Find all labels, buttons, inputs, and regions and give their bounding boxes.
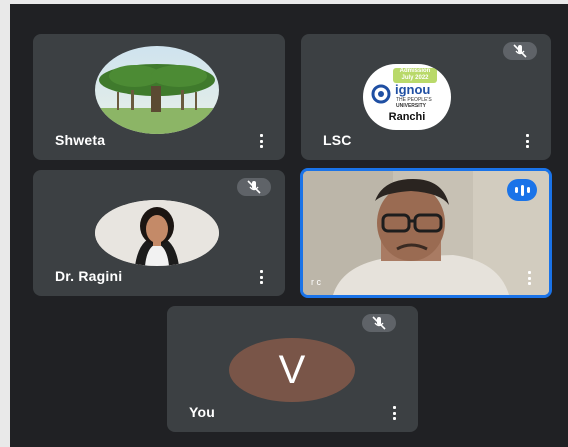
logo-session-text: July 2022	[401, 75, 429, 81]
more-options-icon[interactable]	[525, 134, 529, 148]
participant-name: Shweta	[55, 132, 106, 148]
tree-avatar	[95, 46, 219, 134]
participant-name: You	[189, 404, 216, 420]
participant-initials: r c	[311, 277, 321, 287]
more-options-icon[interactable]	[392, 406, 396, 420]
frame-edge	[0, 0, 10, 447]
avatar-initial: V	[278, 347, 306, 392]
speaking-indicator-icon	[507, 179, 537, 201]
mic-off-icon	[503, 42, 537, 60]
ignou-logo-avatar: Admission July 2022 ignou THE PEOPLE'S U…	[363, 64, 451, 130]
more-options-icon[interactable]	[259, 134, 263, 148]
participant-tile-lsc[interactable]: Admission July 2022 ignou THE PEOPLE'S U…	[301, 34, 551, 160]
logo-brand: ignou	[395, 82, 431, 97]
portrait-avatar	[95, 200, 219, 266]
admission-banner: Admission July 2022	[393, 68, 437, 83]
mic-off-icon	[237, 178, 271, 196]
logo-admission-text: Admission	[399, 68, 431, 74]
participant-tile-dr-ragini[interactable]: Dr. Ragini	[33, 170, 285, 296]
participant-name: Dr. Ragini	[55, 268, 123, 284]
more-options-icon[interactable]	[527, 271, 531, 285]
logo-tagline-2: UNIVERSITY	[396, 103, 427, 109]
frame-edge	[0, 0, 568, 4]
more-options-icon[interactable]	[259, 270, 263, 284]
mic-off-icon	[362, 314, 396, 332]
participant-name: LSC	[323, 132, 352, 148]
logo-city: Ranchi	[388, 111, 426, 123]
participant-tile-active-speaker[interactable]: r c	[300, 168, 552, 298]
participant-tile-you[interactable]: V You	[167, 306, 418, 432]
ignou-emblem-icon	[371, 84, 391, 109]
self-avatar: V	[229, 338, 355, 402]
participant-tile-shweta[interactable]: Shweta	[33, 34, 285, 160]
